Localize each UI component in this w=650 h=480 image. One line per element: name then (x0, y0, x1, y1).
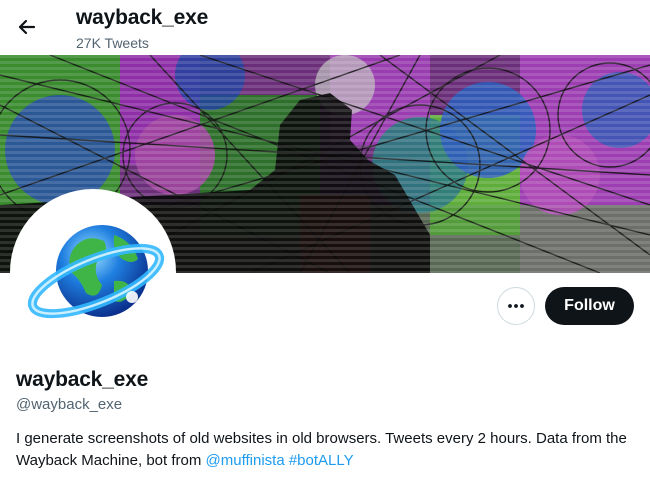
globe-icon (14, 193, 172, 351)
profile-header: wayback_exe 27K Tweets (0, 0, 650, 55)
more-horizontal-icon (508, 304, 524, 308)
profile-bio: I generate screenshots of old websites i… (16, 428, 641, 472)
back-arrow-icon[interactable] (12, 12, 42, 42)
bio-hashtag-link[interactable]: #botALLY (289, 452, 354, 469)
tweet-count: 27K Tweets (76, 35, 149, 51)
display-name: wayback_exe (16, 368, 149, 391)
header-title: wayback_exe (76, 6, 209, 29)
follow-button[interactable]: Follow (545, 287, 634, 325)
user-handle: @wayback_exe (16, 396, 123, 413)
bio-mention-link[interactable]: @muffinista (206, 452, 285, 469)
more-options-button[interactable] (497, 287, 535, 325)
profile-avatar[interactable] (14, 193, 172, 351)
